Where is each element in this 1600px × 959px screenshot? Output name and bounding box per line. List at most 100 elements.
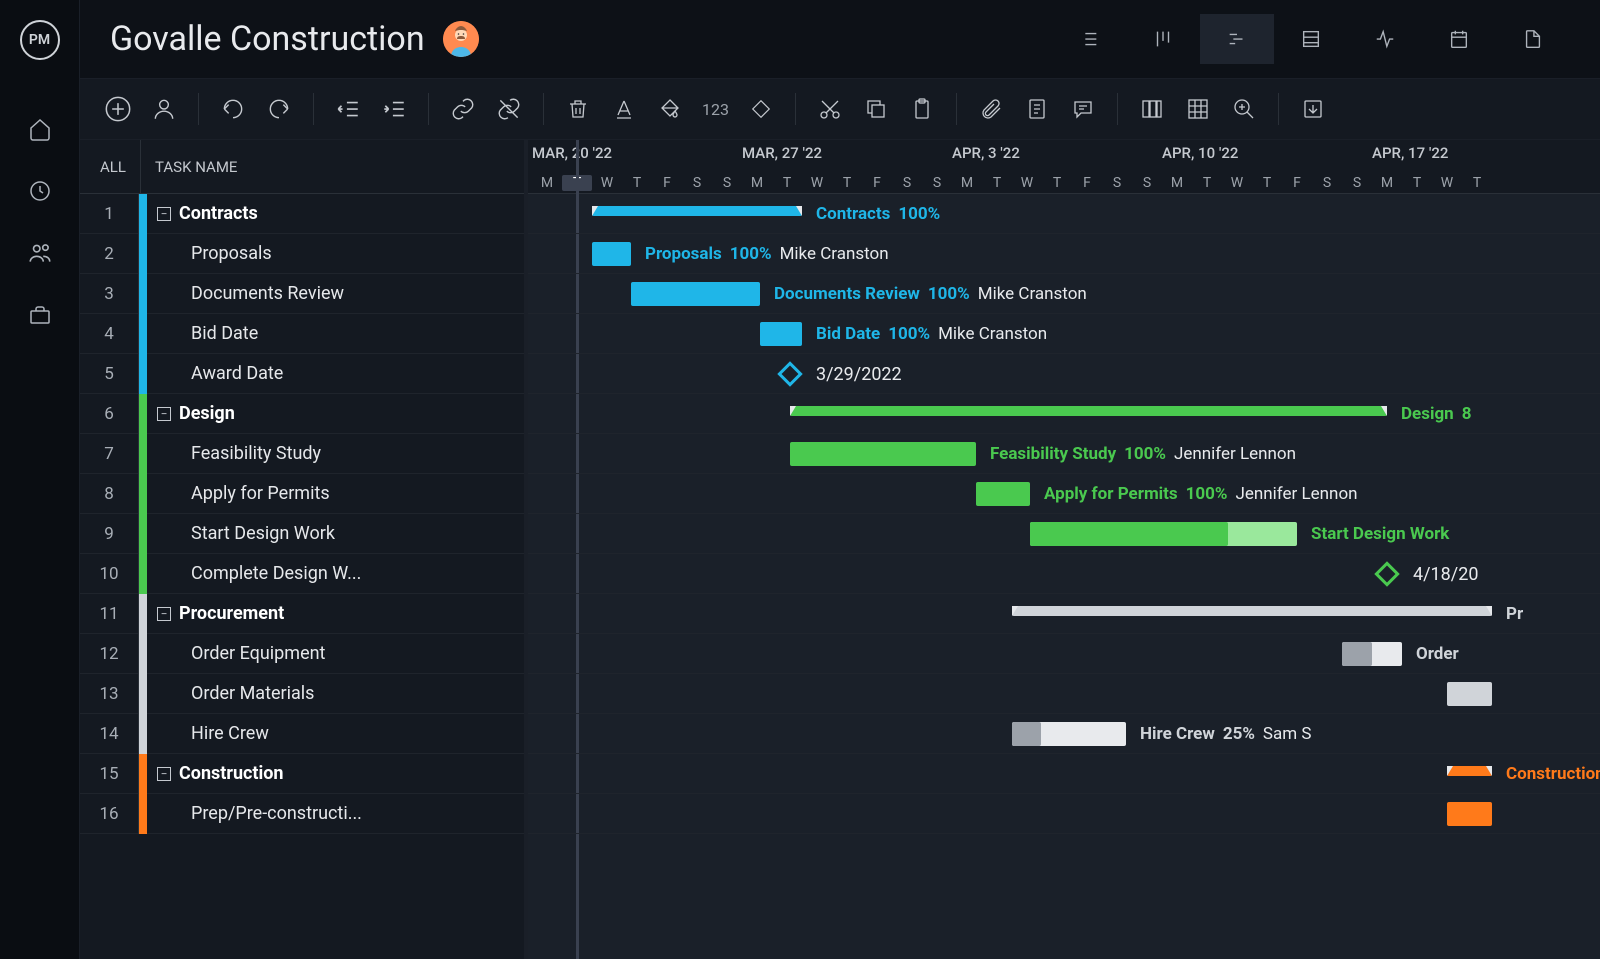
cut-button[interactable] <box>812 91 848 127</box>
home-icon[interactable] <box>27 116 53 142</box>
gantt-row[interactable]: Construction <box>528 754 1600 794</box>
task-row[interactable]: 16 Prep/Pre-constructi... <box>80 794 524 834</box>
redo-button[interactable] <box>261 91 297 127</box>
activity-view-icon[interactable] <box>1348 14 1422 64</box>
project-title: Govalle Construction <box>110 19 425 59</box>
fill-button[interactable] <box>652 91 688 127</box>
paste-button[interactable] <box>904 91 940 127</box>
task-row[interactable]: 5 Award Date <box>80 354 524 394</box>
col-all[interactable]: ALL <box>80 158 140 176</box>
task-row[interactable]: 7 Feasibility Study <box>80 434 524 474</box>
task-row[interactable]: 3 Documents Review <box>80 274 524 314</box>
clock-icon[interactable] <box>27 178 53 204</box>
task-bar[interactable] <box>1030 522 1297 546</box>
task-row[interactable]: 1 − Contracts <box>80 194 524 234</box>
grid-button[interactable] <box>1180 91 1216 127</box>
file-view-icon[interactable] <box>1496 14 1570 64</box>
task-bar[interactable] <box>592 242 631 266</box>
task-bar[interactable] <box>790 442 976 466</box>
col-task-name[interactable]: TASK NAME <box>141 158 237 176</box>
gantt-row[interactable]: Pr <box>528 594 1600 634</box>
week-label: APR, 17 '22 <box>1372 144 1448 162</box>
gantt-row[interactable] <box>528 674 1600 714</box>
gantt-row[interactable]: Bid Date100%Mike Cranston <box>528 314 1600 354</box>
gantt-row[interactable]: Apply for Permits100%Jennifer Lennon <box>528 474 1600 514</box>
attach-button[interactable] <box>973 91 1009 127</box>
day-label: T <box>1462 175 1492 191</box>
day-label: F <box>1282 175 1312 191</box>
timeline-header: MAR, 20 '22MAR, 27 '22APR, 3 '22APR, 10 … <box>528 140 1600 194</box>
comment-button[interactable] <box>1065 91 1101 127</box>
gantt-row[interactable]: Start Design Work <box>528 514 1600 554</box>
task-bar[interactable] <box>1447 802 1492 826</box>
task-row[interactable]: 15 − Construction <box>80 754 524 794</box>
task-row[interactable]: 10 Complete Design W... <box>80 554 524 594</box>
calendar-view-icon[interactable] <box>1422 14 1496 64</box>
milestone-button[interactable] <box>743 91 779 127</box>
gantt-row[interactable]: Contracts100% <box>528 194 1600 234</box>
gantt-row[interactable]: Proposals100%Mike Cranston <box>528 234 1600 274</box>
task-row[interactable]: 14 Hire Crew <box>80 714 524 754</box>
add-button[interactable] <box>100 91 136 127</box>
gantt-row[interactable]: Feasibility Study100%Jennifer Lennon <box>528 434 1600 474</box>
collapse-icon[interactable]: − <box>157 767 171 781</box>
gantt-row[interactable]: Hire Crew25%Sam S <box>528 714 1600 754</box>
task-row[interactable]: 8 Apply for Permits <box>80 474 524 514</box>
gantt-view-icon[interactable] <box>1200 14 1274 64</box>
collapse-icon[interactable]: − <box>157 407 171 421</box>
task-row[interactable]: 2 Proposals <box>80 234 524 274</box>
list-view-icon[interactable] <box>1052 14 1126 64</box>
task-bar[interactable] <box>1012 722 1126 746</box>
board-view-icon[interactable] <box>1126 14 1200 64</box>
gantt-row[interactable]: Design8 <box>528 394 1600 434</box>
link-button[interactable] <box>445 91 481 127</box>
task-bar[interactable] <box>1342 642 1402 666</box>
milestone-icon[interactable] <box>1374 561 1399 586</box>
gantt-row[interactable]: 3/29/2022 <box>528 354 1600 394</box>
task-row[interactable]: 6 − Design <box>80 394 524 434</box>
copy-button[interactable] <box>858 91 894 127</box>
people-icon[interactable] <box>27 240 53 266</box>
task-bar[interactable] <box>631 282 760 306</box>
week-label: MAR, 27 '22 <box>742 144 822 162</box>
day-label: S <box>1342 175 1372 191</box>
gantt-row[interactable]: Order <box>528 634 1600 674</box>
gantt-chart[interactable]: MAR, 20 '22MAR, 27 '22APR, 3 '22APR, 10 … <box>528 140 1600 959</box>
notes-button[interactable] <box>1019 91 1055 127</box>
app-logo[interactable]: PM <box>20 20 60 60</box>
columns-button[interactable] <box>1134 91 1170 127</box>
unlink-button[interactable] <box>491 91 527 127</box>
collapse-icon[interactable]: − <box>157 607 171 621</box>
milestone-icon[interactable] <box>777 361 802 386</box>
sheet-view-icon[interactable] <box>1274 14 1348 64</box>
milestone-label: 4/18/20 <box>1413 562 1478 586</box>
export-button[interactable] <box>1295 91 1331 127</box>
task-row[interactable]: 13 Order Materials <box>80 674 524 714</box>
avatar[interactable] <box>443 21 479 57</box>
bar-label: Design8 <box>1401 402 1471 426</box>
task-row[interactable]: 9 Start Design Work <box>80 514 524 554</box>
text-format-button[interactable] <box>606 91 642 127</box>
gantt-row[interactable]: 4/18/20 <box>528 554 1600 594</box>
assign-button[interactable] <box>146 91 182 127</box>
task-row[interactable]: 12 Order Equipment <box>80 634 524 674</box>
briefcase-icon[interactable] <box>27 302 53 328</box>
task-bar[interactable] <box>1447 682 1492 706</box>
summary-bar[interactable] <box>1012 606 1492 616</box>
summary-bar[interactable] <box>592 206 802 216</box>
gantt-row[interactable] <box>528 794 1600 834</box>
task-row[interactable]: 11 − Procurement <box>80 594 524 634</box>
summary-bar[interactable] <box>1447 766 1492 776</box>
collapse-icon[interactable]: − <box>157 207 171 221</box>
zoom-button[interactable] <box>1226 91 1262 127</box>
undo-button[interactable] <box>215 91 251 127</box>
number-format-button[interactable]: 123 <box>698 100 733 119</box>
indent-button[interactable] <box>376 91 412 127</box>
task-row[interactable]: 4 Bid Date <box>80 314 524 354</box>
gantt-row[interactable]: Documents Review100%Mike Cranston <box>528 274 1600 314</box>
task-bar[interactable] <box>976 482 1030 506</box>
delete-button[interactable] <box>560 91 596 127</box>
outdent-button[interactable] <box>330 91 366 127</box>
task-bar[interactable] <box>760 322 802 346</box>
summary-bar[interactable] <box>790 406 1387 416</box>
